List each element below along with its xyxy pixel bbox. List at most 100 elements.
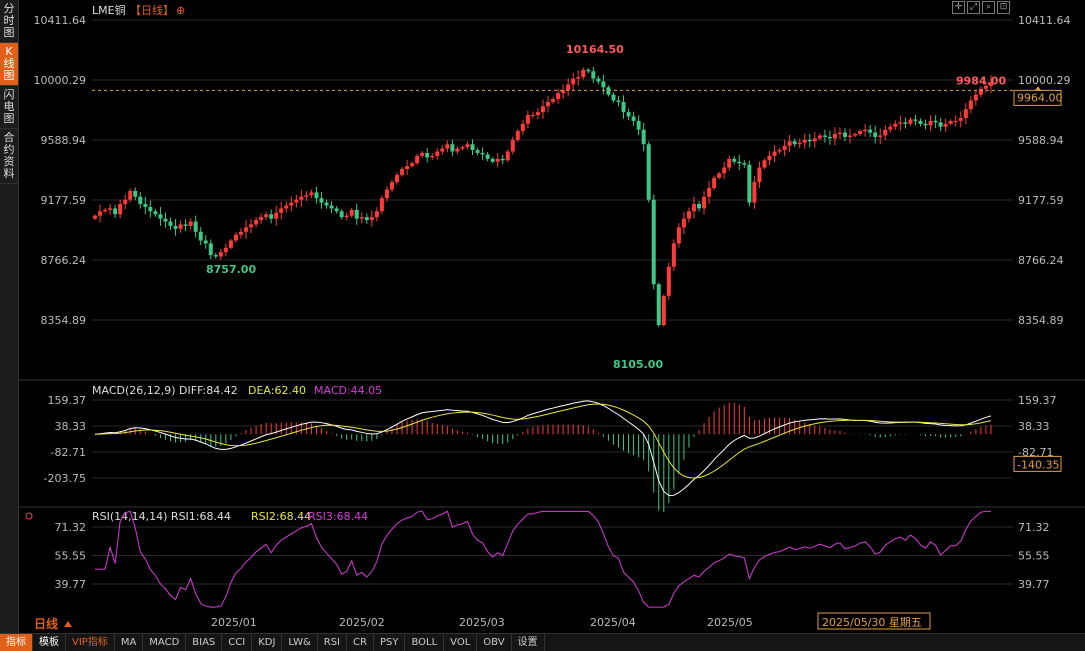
- candle-body: [475, 150, 480, 153]
- candle-body: [767, 155, 772, 161]
- candle-body: [133, 190, 138, 197]
- sidebar-item-2[interactable]: 闪电图: [0, 86, 18, 129]
- candle-body: [666, 266, 671, 296]
- candle-body: [339, 211, 344, 218]
- candle-body: [334, 208, 339, 212]
- crosshair-icon[interactable]: ✛: [952, 1, 965, 14]
- candle-body: [264, 214, 269, 218]
- candle-body: [384, 189, 389, 199]
- candle-body: [641, 129, 646, 145]
- candle-body: [138, 196, 143, 205]
- candle-body: [601, 81, 606, 88]
- candle-body: [581, 69, 586, 78]
- candle-body: [460, 147, 465, 149]
- candle-body: [873, 132, 878, 137]
- y-tick-left: 9177.59: [41, 194, 87, 207]
- y-tick-right: 10000.29: [1018, 74, 1071, 87]
- sidebar-item-3[interactable]: 合约资料: [0, 129, 18, 184]
- candle-body: [933, 120, 938, 123]
- candle-body: [465, 144, 470, 148]
- candle-body: [198, 231, 203, 241]
- candle-body: [712, 177, 717, 188]
- expand-icon[interactable]: ⤢: [967, 1, 980, 14]
- candle-body: [203, 240, 208, 244]
- indicator-tab-3[interactable]: MA: [115, 634, 144, 651]
- sidebar-item-0[interactable]: 分时图: [0, 0, 18, 43]
- candle-body: [656, 284, 661, 326]
- y-tick-left: 10000.29: [34, 74, 87, 87]
- sidebar-item-1[interactable]: K线图: [0, 43, 18, 86]
- candle-body: [681, 218, 686, 228]
- candle-body: [153, 211, 158, 215]
- candle-body: [611, 94, 616, 101]
- candle-body: [822, 135, 827, 137]
- candle-body: [108, 208, 113, 210]
- candle-body: [485, 154, 490, 159]
- candle-body: [832, 134, 837, 139]
- indicator-tab-9[interactable]: RSI: [318, 634, 348, 651]
- candle-body: [445, 144, 450, 149]
- candle-body: [349, 209, 354, 216]
- indicator-tab-12[interactable]: BOLL: [405, 634, 445, 651]
- indicator-tab-15[interactable]: 设置: [512, 634, 545, 651]
- candle-body: [697, 204, 702, 209]
- indicator-tab-2[interactable]: VIP指标: [66, 634, 115, 651]
- candle-body: [827, 136, 832, 139]
- candle-body: [797, 142, 802, 145]
- candle-body: [691, 204, 696, 212]
- candle-body: [525, 115, 530, 124]
- candle-body: [792, 141, 797, 145]
- candle-body: [717, 173, 722, 178]
- candle-body: [289, 202, 294, 206]
- candle-body: [757, 167, 762, 183]
- kline-chart[interactable]: 10411.64 10411.64 10000.29 10000.29 9588.94 9…: [18, 0, 1085, 633]
- indicator-tab-8[interactable]: LW&: [282, 634, 318, 651]
- indicator-tab-4[interactable]: MACD: [143, 634, 187, 651]
- candle-body: [586, 69, 591, 72]
- candle-body: [968, 100, 973, 110]
- candle-body: [878, 135, 883, 137]
- candle-body: [973, 94, 978, 101]
- candle-body: [309, 192, 314, 196]
- rsi-y-tick-right: 55.55: [1018, 549, 1050, 562]
- candle-body: [686, 211, 691, 219]
- indicator-tab-14[interactable]: OBV: [477, 634, 512, 651]
- indicator-tab-7[interactable]: KDJ: [252, 634, 283, 651]
- candle-body: [898, 122, 903, 124]
- zoom-icon[interactable]: ⊡: [997, 1, 1010, 14]
- y-tick-left: 9588.94: [41, 134, 87, 147]
- candle-body: [128, 190, 133, 200]
- rsi-y-tick-right: 39.77: [1018, 578, 1050, 591]
- candle-body: [727, 158, 732, 168]
- indicator-tab-0[interactable]: 指标: [0, 634, 33, 651]
- candle-body: [405, 166, 410, 170]
- indicator-tab-6[interactable]: CCI: [222, 634, 253, 651]
- rsi-y-tick-left: 55.55: [55, 549, 87, 562]
- rsi-y-tick-left: 39.77: [55, 578, 87, 591]
- x-tick-label: 2025/04: [590, 616, 636, 629]
- candle-body: [249, 224, 254, 228]
- indicator-tab-1[interactable]: 模板: [33, 634, 66, 651]
- indicator-tab-13[interactable]: VOL: [444, 634, 478, 651]
- candle-body: [274, 212, 279, 219]
- candle-body: [299, 196, 304, 200]
- candle-body: [868, 129, 873, 133]
- candle-body: [244, 227, 249, 232]
- candle-body: [344, 215, 349, 218]
- search-icon[interactable]: ⌕: [982, 1, 995, 14]
- candle-body: [173, 225, 178, 229]
- candle-body: [178, 224, 183, 229]
- candle-body: [500, 158, 505, 161]
- indicator-tab-11[interactable]: PSY: [374, 634, 406, 651]
- candle-body: [742, 163, 747, 165]
- candle-body: [893, 123, 898, 127]
- indicator-tab-10[interactable]: CR: [347, 634, 374, 651]
- indicator-tab-5[interactable]: BIAS: [186, 634, 223, 651]
- candle-body: [943, 123, 948, 127]
- candle-body: [359, 217, 364, 219]
- candle-body: [98, 211, 103, 216]
- candle-body: [269, 214, 274, 219]
- candle-body: [364, 217, 369, 221]
- candle-body: [319, 198, 324, 203]
- candle-body: [455, 148, 460, 152]
